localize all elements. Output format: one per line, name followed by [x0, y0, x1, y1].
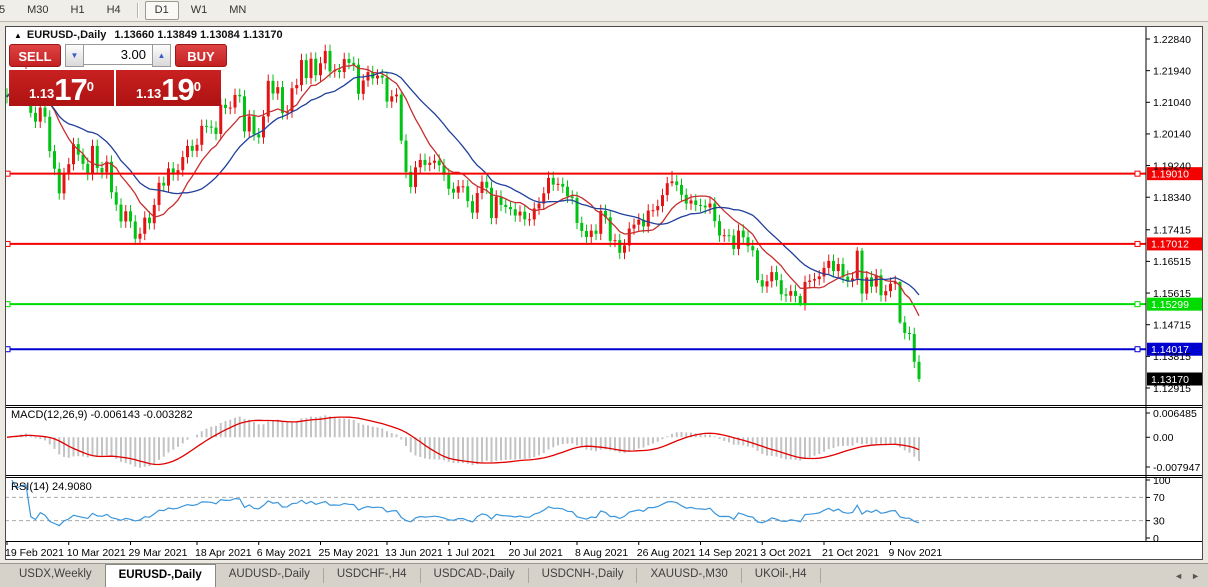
svg-text:1.18340: 1.18340 — [1153, 192, 1191, 204]
svg-text:14 Sep 2021: 14 Sep 2021 — [699, 547, 759, 559]
chart-ohlc-values: 1.13660 1.13849 1.13084 1.13170 — [114, 29, 282, 41]
svg-text:1.17012: 1.17012 — [1151, 239, 1189, 251]
chart-tab-usdcad-daily[interactable]: USDCAD-,Daily — [421, 564, 528, 587]
rsi-line — [12, 480, 919, 526]
chart-window: 1.190101.170121.152991.140171.131701.228… — [5, 26, 1203, 560]
one-click-trading-widget: SELL ▼ ▲ BUY 1.13170 1.13190 — [9, 44, 227, 106]
svg-text:21 Oct 2021: 21 Oct 2021 — [822, 547, 879, 559]
buy-price-big: 19 — [161, 76, 193, 104]
sell-price-sup: 0 — [87, 70, 94, 104]
chart-title: ▲ EURUSD-,Daily 1.13660 1.13849 1.13084 1.… — [14, 29, 283, 41]
svg-text:1.17415: 1.17415 — [1153, 225, 1191, 237]
timeframe-button-w1[interactable]: W1 — [181, 1, 218, 20]
svg-text:1.15615: 1.15615 — [1153, 288, 1191, 300]
svg-text:0.00: 0.00 — [1153, 432, 1174, 444]
timeframe-button-h4[interactable]: H4 — [97, 1, 131, 20]
sell-price-big: 17 — [54, 76, 86, 104]
svg-text:1.12915: 1.12915 — [1153, 383, 1191, 395]
timeframe-button-m30[interactable]: M30 — [17, 1, 58, 20]
sell-price-panel[interactable]: 1.13170 — [9, 69, 114, 106]
svg-text:0.006485: 0.006485 — [1153, 408, 1197, 420]
timeframe-button-h1[interactable]: H1 — [61, 1, 95, 20]
chart-tab-xauusd-m30[interactable]: XAUUSD-,M30 — [637, 564, 740, 587]
svg-text:19 Feb 2021: 19 Feb 2021 — [5, 547, 64, 559]
svg-text:6 May 2021: 6 May 2021 — [257, 547, 312, 559]
volume-decrease-button[interactable]: ▼ — [65, 44, 84, 67]
svg-text:30: 30 — [1153, 515, 1165, 527]
svg-text:29 Mar 2021: 29 Mar 2021 — [129, 547, 188, 559]
horizontal-lines-layer: 1.190101.170121.152991.140171.13170 — [5, 167, 1202, 386]
svg-text:8 Aug 2021: 8 Aug 2021 — [575, 547, 628, 559]
sell-button[interactable]: SELL — [9, 44, 61, 67]
svg-text:26 Aug 2021: 26 Aug 2021 — [637, 547, 696, 559]
timeframe-button-mn[interactable]: MN — [219, 1, 256, 20]
chart-tab-ukoil-h4[interactable]: UKOil-,H4 — [742, 564, 820, 587]
chart-tab-bar: USDX,WeeklyEURUSD-,DailyAUDUSD-,DailyUSD… — [0, 563, 1208, 587]
collapse-chevron-icon[interactable]: ▲ — [14, 31, 22, 40]
toolbar-separator — [137, 3, 139, 18]
buy-price-sup: 0 — [194, 70, 201, 104]
svg-text:13 Jun 2021: 13 Jun 2021 — [385, 547, 443, 559]
svg-text:100: 100 — [1153, 475, 1171, 487]
svg-text:1.19240: 1.19240 — [1153, 160, 1191, 172]
tab-divider — [820, 568, 821, 583]
svg-text:20 Jul 2021: 20 Jul 2021 — [509, 547, 563, 559]
chart-tab-audusd-daily[interactable]: AUDUSD-,Daily — [216, 564, 323, 587]
svg-text:70: 70 — [1153, 492, 1165, 504]
volume-input[interactable] — [84, 44, 152, 65]
svg-text:1.14715: 1.14715 — [1153, 319, 1191, 331]
svg-text:18 Apr 2021: 18 Apr 2021 — [195, 547, 252, 559]
date-axis: 19 Feb 202110 Mar 202129 Mar 2021 18 Apr … — [5, 541, 942, 559]
svg-text:1.22840: 1.22840 — [1153, 34, 1191, 46]
buy-price-prefix: 1.13 — [136, 84, 161, 104]
price-scale: 1.22840 1.21940 1.21040 1.20140 1.19240 1.183… — [1146, 34, 1191, 395]
chart-tab-usdx-weekly[interactable]: USDX,Weekly — [6, 564, 105, 587]
svg-text:1.21040: 1.21040 — [1153, 97, 1191, 109]
buy-button[interactable]: BUY — [175, 44, 227, 67]
timeframe-button-5[interactable]: 5 — [0, 1, 15, 20]
buy-price-panel[interactable]: 1.13190 — [116, 69, 221, 106]
svg-text:0: 0 — [1153, 533, 1159, 545]
svg-text:1.21940: 1.21940 — [1153, 65, 1191, 77]
svg-text:3 Oct 2021: 3 Oct 2021 — [760, 547, 812, 559]
svg-text:25 May 2021: 25 May 2021 — [319, 547, 380, 559]
chart-tab-eurusd-daily[interactable]: EURUSD-,Daily — [105, 564, 216, 587]
svg-text:1.15299: 1.15299 — [1151, 299, 1189, 311]
svg-text:1 Jul 2021: 1 Jul 2021 — [447, 547, 496, 559]
svg-text:1.13815: 1.13815 — [1153, 351, 1191, 363]
svg-text:-0.007947: -0.007947 — [1153, 462, 1200, 474]
rsi-indicator-label: RSI(14) 24.9080 — [11, 481, 92, 493]
macd-indicator-label: MACD(12,26,9) -0.006143 -0.003282 — [11, 409, 193, 421]
svg-text:1.16515: 1.16515 — [1153, 256, 1191, 268]
chart-tab-usdcnh-daily[interactable]: USDCNH-,Daily — [529, 564, 637, 587]
sell-price-prefix: 1.13 — [29, 84, 54, 104]
svg-text:1.20140: 1.20140 — [1153, 129, 1191, 141]
svg-text:9 Nov 2021: 9 Nov 2021 — [889, 547, 943, 559]
timeframe-toolbar: 5M30H1H4 D1W1MN — [0, 0, 1208, 22]
chart-tab-usdchf-h4[interactable]: USDCHF-,H4 — [324, 564, 420, 587]
timeframe-button-d1[interactable]: D1 — [145, 1, 179, 20]
rsi-pane: 100 70 30 0 — [5, 475, 1171, 545]
chart-symbol-label: EURUSD-,Daily — [27, 29, 106, 41]
tab-scroll-right-icon[interactable]: ► — [1191, 571, 1200, 581]
svg-text:10 Mar 2021: 10 Mar 2021 — [67, 547, 126, 559]
tab-scroll-left-icon[interactable]: ◄ — [1174, 571, 1183, 581]
volume-increase-button[interactable]: ▲ — [152, 44, 171, 67]
